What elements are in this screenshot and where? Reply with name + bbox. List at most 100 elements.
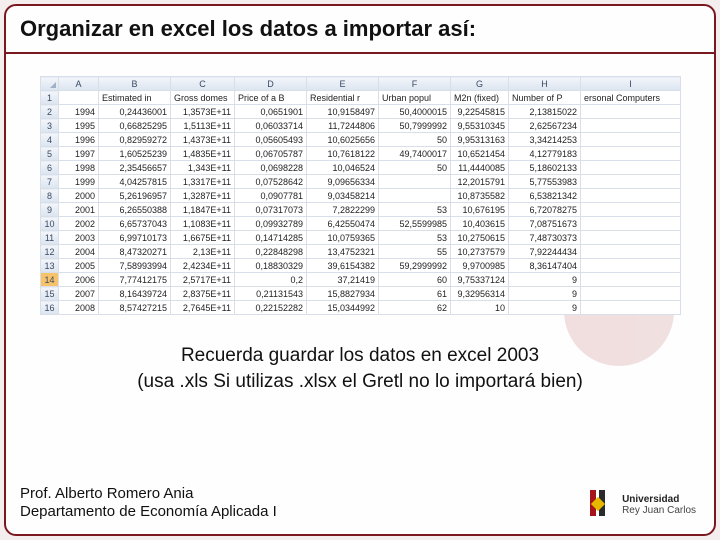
cell[interactable]: 4,04257815 xyxy=(99,175,171,189)
col-header-F[interactable]: F xyxy=(379,77,451,91)
row-header[interactable]: 9 xyxy=(41,203,59,217)
cell[interactable]: 0,06033714 xyxy=(235,119,307,133)
cell[interactable]: 3,34214253 xyxy=(509,133,581,147)
cell[interactable]: 4,12779183 xyxy=(509,147,581,161)
cell[interactable]: 1,3573E+11 xyxy=(171,105,235,119)
row-header[interactable]: 10 xyxy=(41,217,59,231)
cell[interactable]: 7,92244434 xyxy=(509,245,581,259)
cell[interactable]: 10,6025656 xyxy=(307,133,379,147)
cell[interactable]: Number of P xyxy=(509,91,581,105)
cell[interactable]: 0,82959272 xyxy=(99,133,171,147)
row-header[interactable]: 14 xyxy=(41,273,59,287)
row-header[interactable]: 12 xyxy=(41,245,59,259)
cell[interactable]: 1998 xyxy=(59,161,99,175)
cell[interactable]: 10 xyxy=(451,301,509,315)
cell[interactable]: 1994 xyxy=(59,105,99,119)
row-header[interactable]: 1 xyxy=(41,91,59,105)
cell[interactable]: 10,403615 xyxy=(451,217,509,231)
cell[interactable] xyxy=(581,245,681,259)
cell[interactable]: 1,3317E+11 xyxy=(171,175,235,189)
cell[interactable]: 0,2 xyxy=(235,273,307,287)
cell[interactable]: 5,26196957 xyxy=(99,189,171,203)
cell[interactable]: 1997 xyxy=(59,147,99,161)
row-header[interactable]: 8 xyxy=(41,189,59,203)
cell[interactable] xyxy=(581,133,681,147)
cell[interactable]: 15,8827934 xyxy=(307,287,379,301)
cell[interactable]: 9,03458214 xyxy=(307,189,379,203)
cell[interactable]: 0,0907781 xyxy=(235,189,307,203)
cell[interactable]: Gross domes xyxy=(171,91,235,105)
cell[interactable]: 10,2737579 xyxy=(451,245,509,259)
cell[interactable]: 6,65737043 xyxy=(99,217,171,231)
cell[interactable]: 11,4440085 xyxy=(451,161,509,175)
cell[interactable]: 9 xyxy=(509,273,581,287)
cell[interactable]: 6,72078275 xyxy=(509,203,581,217)
cell[interactable]: 0,22152282 xyxy=(235,301,307,315)
row-header[interactable]: 16 xyxy=(41,301,59,315)
cell[interactable]: 2004 xyxy=(59,245,99,259)
cell[interactable]: 50 xyxy=(379,133,451,147)
cell[interactable]: 50,4000015 xyxy=(379,105,451,119)
cell[interactable]: 10,2750615 xyxy=(451,231,509,245)
row-header[interactable]: 15 xyxy=(41,287,59,301)
cell[interactable]: 7,48730373 xyxy=(509,231,581,245)
cell[interactable] xyxy=(581,105,681,119)
cell[interactable]: 8,36147404 xyxy=(509,259,581,273)
row-header[interactable]: 2 xyxy=(41,105,59,119)
cell[interactable]: 1,4835E+11 xyxy=(171,147,235,161)
cell[interactable] xyxy=(581,231,681,245)
cell[interactable] xyxy=(581,259,681,273)
cell[interactable] xyxy=(581,287,681,301)
cell[interactable]: 10,7618122 xyxy=(307,147,379,161)
col-header-B[interactable]: B xyxy=(99,77,171,91)
cell[interactable]: 2,62567234 xyxy=(509,119,581,133)
cell[interactable]: 15,0344992 xyxy=(307,301,379,315)
cell[interactable]: 9,55310345 xyxy=(451,119,509,133)
cell[interactable]: 49,7400017 xyxy=(379,147,451,161)
cell[interactable]: 2003 xyxy=(59,231,99,245)
cell[interactable]: 2001 xyxy=(59,203,99,217)
cell[interactable]: 2,7645E+11 xyxy=(171,301,235,315)
cell[interactable] xyxy=(379,175,451,189)
cell[interactable]: 5,77553983 xyxy=(509,175,581,189)
cell[interactable]: 7,2822299 xyxy=(307,203,379,217)
cell[interactable]: Residential r xyxy=(307,91,379,105)
cell[interactable]: 9 xyxy=(509,301,581,315)
cell[interactable]: 0,22848298 xyxy=(235,245,307,259)
cell[interactable]: 1,6675E+11 xyxy=(171,231,235,245)
row-header[interactable]: 5 xyxy=(41,147,59,161)
cell[interactable]: 0,66825295 xyxy=(99,119,171,133)
cell[interactable] xyxy=(581,175,681,189)
cell[interactable]: 12,2015791 xyxy=(451,175,509,189)
cell[interactable]: 10,046524 xyxy=(307,161,379,175)
cell[interactable]: 7,77412175 xyxy=(99,273,171,287)
cell[interactable]: 5,18602133 xyxy=(509,161,581,175)
cell[interactable] xyxy=(379,189,451,203)
row-header[interactable]: 7 xyxy=(41,175,59,189)
cell[interactable]: 1,3287E+11 xyxy=(171,189,235,203)
cell[interactable]: 7,58993994 xyxy=(99,259,171,273)
row-header[interactable]: 11 xyxy=(41,231,59,245)
col-header-H[interactable]: H xyxy=(509,77,581,91)
cell[interactable]: 10,9158497 xyxy=(307,105,379,119)
cell[interactable]: Estimated in xyxy=(99,91,171,105)
cell[interactable] xyxy=(581,161,681,175)
cell[interactable]: ersonal Computers xyxy=(581,91,681,105)
row-header[interactable]: 13 xyxy=(41,259,59,273)
col-header-G[interactable]: G xyxy=(451,77,509,91)
cell[interactable]: 52,5599985 xyxy=(379,217,451,231)
cell[interactable]: 1,1083E+11 xyxy=(171,217,235,231)
cell[interactable]: 9,75337124 xyxy=(451,273,509,287)
cell[interactable] xyxy=(581,273,681,287)
col-header-E[interactable]: E xyxy=(307,77,379,91)
cell[interactable]: 1,60525239 xyxy=(99,147,171,161)
cell[interactable]: 9,22545815 xyxy=(451,105,509,119)
row-header[interactable]: 4 xyxy=(41,133,59,147)
cell[interactable]: 0,14714285 xyxy=(235,231,307,245)
cell[interactable]: 6,53821342 xyxy=(509,189,581,203)
cell[interactable]: 1,343E+11 xyxy=(171,161,235,175)
cell[interactable]: Price of a B xyxy=(235,91,307,105)
cell[interactable]: 1,1847E+11 xyxy=(171,203,235,217)
cell[interactable]: Urban popul xyxy=(379,91,451,105)
cell[interactable] xyxy=(581,147,681,161)
